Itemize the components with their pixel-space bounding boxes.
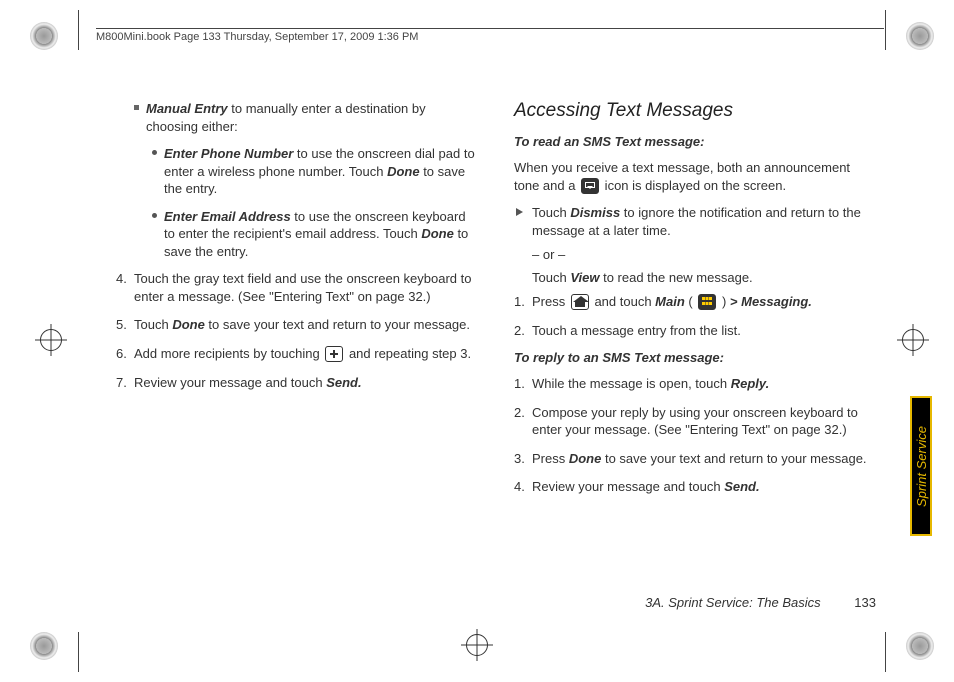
enter-email-line: Enter Email Address to use the onscreen … xyxy=(116,208,478,261)
home-icon xyxy=(571,294,589,310)
book-header: M800Mini.book Page 133 Thursday, Septemb… xyxy=(96,28,884,48)
header-text: M800Mini.book Page 133 Thursday, Septemb… xyxy=(96,31,418,43)
registration-target-icon xyxy=(40,329,62,351)
step-7: 7.Review your message and touch Send. xyxy=(116,374,478,392)
subheading-read: To read an SMS Text message: xyxy=(514,134,876,149)
section-heading: Accessing Text Messages xyxy=(514,100,876,122)
registration-target-icon xyxy=(902,329,924,351)
enter-phone-line: Enter Phone Number to use the onscreen d… xyxy=(116,145,478,198)
crop-corner-icon xyxy=(906,22,934,50)
left-steps: 4.Touch the gray text field and use the … xyxy=(116,270,478,391)
crop-corner-icon xyxy=(30,22,58,50)
read-steps: 1.Press and touch Main ( ) > Messaging. … xyxy=(514,293,876,339)
side-tab-label: Sprint Service xyxy=(914,426,929,507)
step-5: 5.Touch Done to save your text and retur… xyxy=(116,316,478,334)
subheading-reply: To reply to an SMS Text message: xyxy=(514,350,876,365)
view-line: Touch View to read the new message. xyxy=(514,270,876,285)
crop-line xyxy=(885,10,886,50)
message-icon xyxy=(581,178,599,194)
step-4: 4.Touch the gray text field and use the … xyxy=(116,270,478,305)
enter-email-label: Enter Email Address xyxy=(164,209,291,224)
page-number: 133 xyxy=(854,595,876,610)
crop-corner-icon xyxy=(30,632,58,660)
triangle-bullet-icon xyxy=(516,208,523,216)
square-bullet-icon xyxy=(134,105,139,110)
step-6: 6.Add more recipients by touching and re… xyxy=(116,345,478,363)
read-step-2: 2.Touch a message entry from the list. xyxy=(514,322,876,340)
read-intro: When you receive a text message, both an… xyxy=(514,159,876,194)
read-step-1: 1.Press and touch Main ( ) > Messaging. xyxy=(514,293,876,311)
dismiss-line: Touch Dismiss to ignore the notification… xyxy=(514,204,876,239)
side-tab: Sprint Service xyxy=(910,396,932,536)
manual-entry-line: Manual Entry to manually enter a destina… xyxy=(116,100,478,135)
manual-entry-label: Manual Entry xyxy=(146,101,228,116)
crop-line xyxy=(885,632,886,672)
crop-line xyxy=(78,10,79,50)
reply-step-4: 4.Review your message and touch Send. xyxy=(514,478,876,496)
dot-bullet-icon xyxy=(152,213,157,218)
footer-section: 3A. Sprint Service: The Basics xyxy=(645,595,821,610)
enter-phone-label: Enter Phone Number xyxy=(164,146,293,161)
main-grid-icon xyxy=(698,294,716,310)
right-column: Accessing Text Messages To read an SMS T… xyxy=(514,100,876,507)
reply-step-3: 3.Press Done to save your text and retur… xyxy=(514,450,876,468)
page-content: Manual Entry to manually enter a destina… xyxy=(116,100,876,610)
dot-bullet-icon xyxy=(152,150,157,155)
left-column: Manual Entry to manually enter a destina… xyxy=(116,100,478,507)
crop-line xyxy=(78,632,79,672)
page-footer: 3A. Sprint Service: The Basics 133 xyxy=(645,595,876,610)
registration-target-icon xyxy=(466,634,488,656)
plus-icon xyxy=(325,346,343,362)
reply-step-2: 2.Compose your reply by using your onscr… xyxy=(514,404,876,439)
crop-corner-icon xyxy=(906,632,934,660)
or-line: – or – xyxy=(514,247,876,262)
reply-steps: 1.While the message is open, touch Reply… xyxy=(514,375,876,496)
reply-step-1: 1.While the message is open, touch Reply… xyxy=(514,375,876,393)
